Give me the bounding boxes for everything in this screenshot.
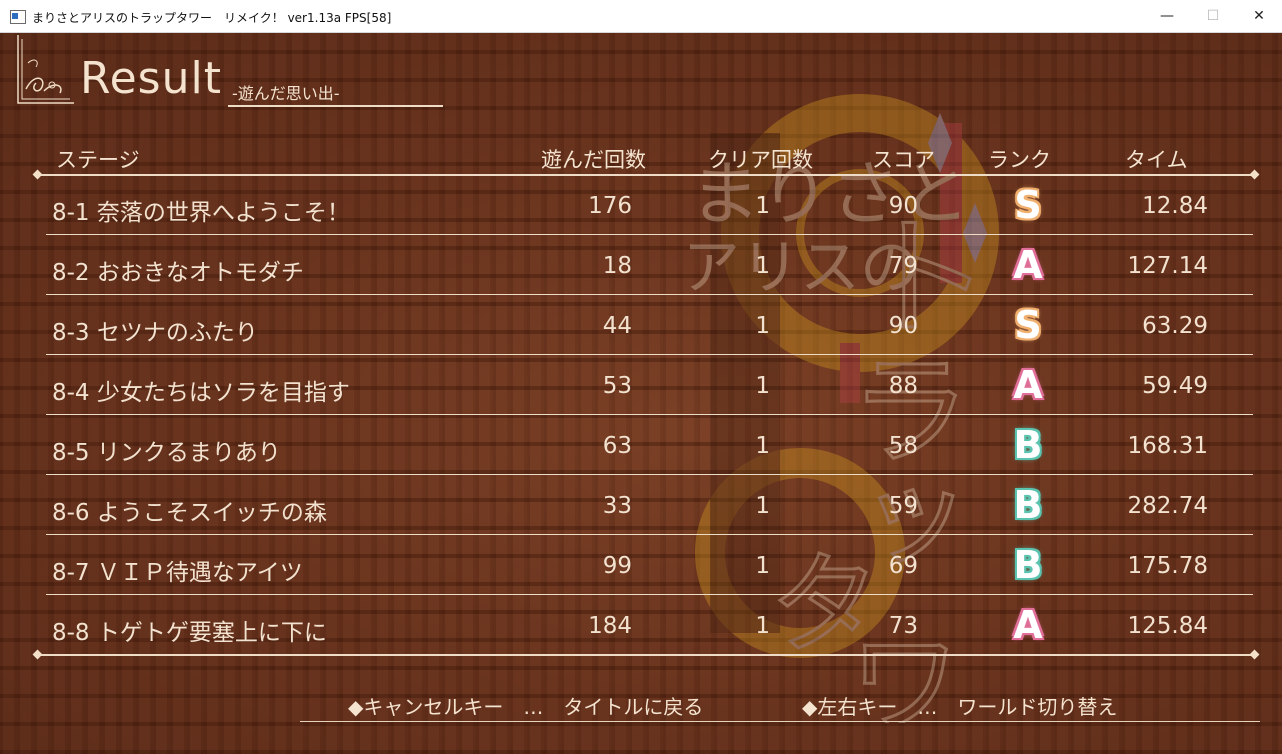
rank-badge: S	[1014, 303, 1042, 347]
game-window: まりさとアリスのトラップタワー リメイク！ ver1.13a FPS[58] —…	[0, 0, 1282, 754]
clear-count: 1	[755, 253, 770, 279]
minimize-button[interactable]: —	[1144, 0, 1190, 33]
footer-divider	[300, 721, 1260, 722]
clear-count: 1	[755, 373, 770, 399]
time-value: 59.49	[1142, 373, 1208, 399]
rank-badge: B	[1013, 423, 1043, 467]
rank-badge: B	[1013, 483, 1043, 527]
stage-name: 8-5 リンクるまりあり	[52, 440, 281, 466]
score-value: 59	[888, 493, 918, 519]
stage-name: 8-7 ＶＩＰ待遇なアイツ	[52, 560, 303, 586]
row-divider	[46, 294, 1253, 295]
result-screen: まりさと アリスの ト ラ ッ タ ワ Result -遊んだ思い出- ステージ	[0, 33, 1282, 754]
stage-name: 8-8 トゲトゲ要塞上に下に	[52, 620, 327, 646]
clear-count: 1	[755, 433, 770, 459]
rank-badge: A	[1013, 603, 1043, 647]
stage-name: 8-2 おおきなオトモダチ	[52, 260, 304, 286]
header-score: スコア	[872, 148, 935, 172]
header-rank: ランク	[988, 148, 1051, 172]
app-icon	[10, 10, 26, 24]
time-value: 175.78	[1127, 553, 1208, 579]
play-count: 44	[602, 313, 632, 339]
score-value: 79	[888, 253, 918, 279]
header-plays: 遊んだ回数	[541, 148, 646, 172]
title-underline	[228, 105, 443, 107]
stage-name: 8-6 ようこそスイッチの森	[52, 500, 327, 526]
score-value: 90	[888, 193, 918, 219]
row-divider	[46, 594, 1253, 595]
score-value: 88	[888, 373, 918, 399]
score-value: 73	[888, 613, 918, 639]
clear-count: 1	[755, 493, 770, 519]
score-value: 69	[888, 553, 918, 579]
play-count: 63	[602, 433, 632, 459]
header-time: タイム	[1125, 148, 1188, 172]
page-subtitle: -遊んだ思い出-	[232, 84, 340, 103]
play-count: 18	[602, 253, 632, 279]
time-value: 282.74	[1127, 493, 1208, 519]
row-divider	[46, 414, 1253, 415]
clear-count: 1	[755, 553, 770, 579]
header-stage: ステージ	[56, 148, 140, 172]
header-clears: クリア回数	[708, 148, 813, 172]
row-divider	[46, 534, 1253, 535]
rank-badge: B	[1013, 543, 1043, 587]
stage-name: 8-4 少女たちはソラを目指す	[52, 380, 350, 406]
window-title: まりさとアリスのトラップタワー リメイク！ ver1.13a FPS[58]	[32, 11, 392, 25]
time-value: 127.14	[1127, 253, 1208, 279]
play-count: 53	[602, 373, 632, 399]
time-value: 63.29	[1142, 313, 1208, 339]
score-value: 90	[888, 313, 918, 339]
table-bottom-divider	[34, 654, 1258, 656]
clear-count: 1	[755, 193, 770, 219]
rank-badge: A	[1013, 243, 1043, 287]
page-title: Result	[80, 53, 222, 104]
rank-badge: A	[1013, 363, 1043, 407]
clear-count: 1	[755, 613, 770, 639]
play-count: 33	[602, 493, 632, 519]
footer-cancel-hint: ◆キャンセルキー … タイトルに戻る	[348, 695, 704, 719]
clear-count: 1	[755, 313, 770, 339]
play-count: 184	[588, 613, 632, 639]
row-divider	[46, 234, 1253, 235]
table-top-divider	[34, 174, 1258, 176]
stage-name: 8-3 セツナのふたり	[52, 320, 258, 346]
score-value: 58	[888, 433, 918, 459]
close-button[interactable]: ✕	[1236, 0, 1282, 33]
time-value: 125.84	[1127, 613, 1208, 639]
stage-name: 8-1 奈落の世界へようこそ！	[52, 200, 350, 226]
play-count: 99	[602, 553, 632, 579]
time-value: 12.84	[1142, 193, 1208, 219]
footer-switch-hint: ◆左右キー … ワールド切り替え	[802, 695, 1118, 719]
row-divider	[46, 474, 1253, 475]
time-value: 168.31	[1127, 433, 1208, 459]
window-titlebar[interactable]: まりさとアリスのトラップタワー リメイク！ ver1.13a FPS[58] —…	[0, 0, 1282, 33]
rank-badge: S	[1014, 183, 1042, 227]
maximize-button[interactable]: ☐	[1190, 0, 1236, 33]
play-count: 176	[588, 193, 632, 219]
row-divider	[46, 354, 1253, 355]
